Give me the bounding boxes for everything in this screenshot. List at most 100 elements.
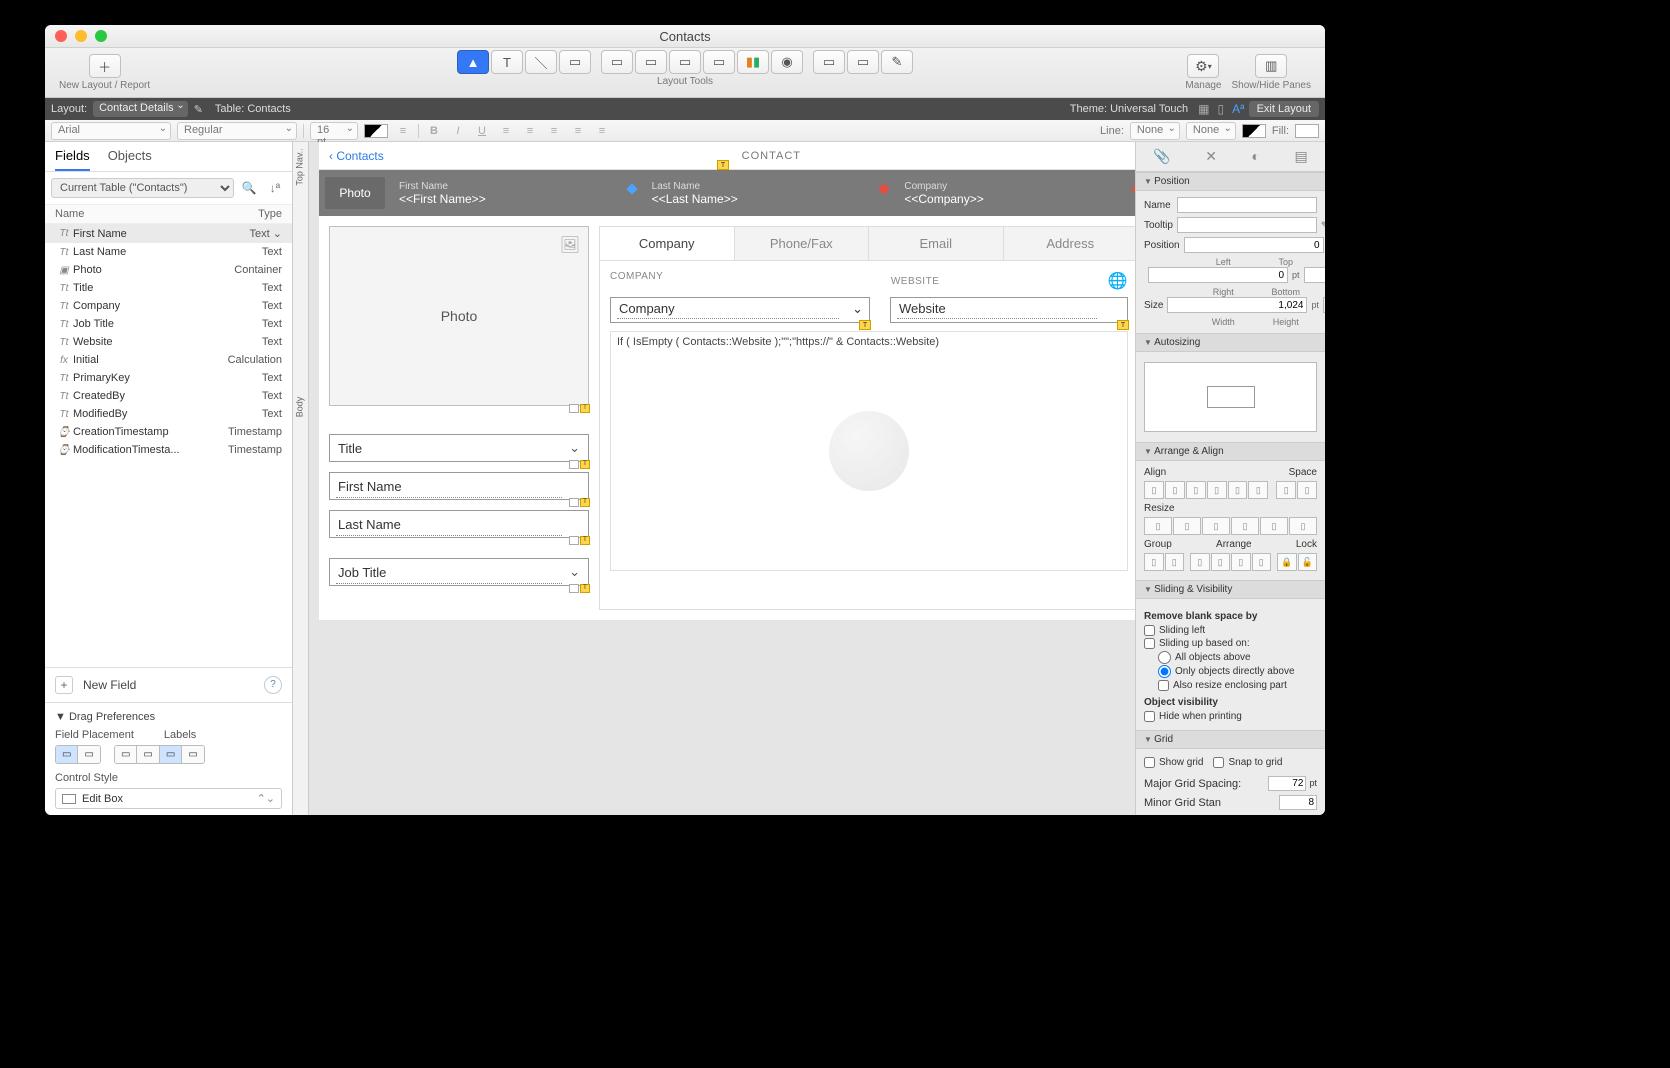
part-body[interactable]: Body [294,397,304,418]
line-width-select[interactable]: None [1130,122,1180,140]
field-tool-icon[interactable]: ▭ [601,50,633,74]
new-field-button[interactable]: New Field [83,678,136,692]
photo-button[interactable]: Photo [325,177,385,209]
panes-button[interactable]: ▥ [1255,54,1287,78]
field-row[interactable]: TtCreatedByText [45,387,292,405]
search-icon[interactable]: 🔍 [238,181,260,195]
autosizing-control[interactable] [1144,362,1317,432]
aa-icon[interactable]: Aª [1228,102,1248,116]
size-w-input[interactable] [1167,297,1307,313]
placement-toggle[interactable]: ▭▭ [55,745,101,764]
chart-tool-icon[interactable]: ▮▮ [737,50,769,74]
text-tool-icon[interactable]: T [491,50,523,74]
inspector-tab-position-icon[interactable]: 📎 [1153,148,1170,165]
size-h-input[interactable] [1323,297,1325,313]
tab-tool-icon[interactable]: ▭ [669,50,701,74]
align-btn[interactable]: ▯ [1144,481,1164,499]
line-spacing-icon[interactable]: ≡ [593,125,611,137]
help-icon[interactable]: ? [264,676,282,694]
field-row[interactable]: TtPrimaryKeyText [45,369,292,387]
tab-fields[interactable]: Fields [55,148,90,171]
last-name-field[interactable]: Last Name T [329,510,589,538]
field-row[interactable]: TtTitleText [45,279,292,297]
exit-layout-button[interactable]: Exit Layout [1249,101,1319,117]
also-resize-check[interactable]: Also resize enclosing part [1158,680,1317,691]
line-color-swatch[interactable] [1242,124,1266,138]
pos-bottom-input[interactable] [1304,267,1325,283]
name-input[interactable] [1177,197,1317,213]
tab-control[interactable]: Company Phone/Fax Email Address [599,226,1135,260]
job-title-field[interactable]: Job Title T [329,558,589,586]
pos-right-input[interactable] [1148,267,1288,283]
line-tool-icon[interactable]: ＼ [525,50,557,74]
field-row[interactable]: TtLast NameText [45,243,292,261]
sort-icon[interactable]: ↓ª [264,181,286,195]
tab-address[interactable]: Address [1004,227,1136,260]
tab-objects[interactable]: Objects [108,148,152,171]
autosizing-section[interactable]: Autosizing [1136,333,1325,352]
theme-icon[interactable]: ▦ [1194,102,1213,116]
tab-company[interactable]: Company [600,227,735,260]
inspector-tab-styles-icon[interactable]: ◐ [1252,148,1260,165]
control-style-select[interactable]: Edit Box⌃⌄ [55,788,282,809]
format-painter-icon[interactable]: ✎ [881,50,913,74]
pointer-tool-icon[interactable]: ▲ [457,50,489,74]
button-tool-icon[interactable]: ▭ [635,50,667,74]
italic-icon[interactable]: I [449,125,467,137]
major-grid-input[interactable] [1268,776,1306,791]
grid-section[interactable]: Grid [1136,730,1325,749]
field-row[interactable]: TtCompanyText [45,297,292,315]
sliding-section[interactable]: Sliding & Visibility [1136,580,1325,599]
sliding-left-check[interactable]: Sliding left [1144,625,1317,636]
line-style-select[interactable]: None [1186,122,1236,140]
only-above-radio[interactable]: Only objects directly above [1158,665,1317,678]
fill-swatch[interactable] [1295,124,1319,138]
portal-tool-icon[interactable]: ▭ [703,50,735,74]
company-field[interactable]: Company⌄ T [610,297,870,323]
field-row[interactable]: TtJob TitleText [45,315,292,333]
sliding-up-check[interactable]: Sliding up based on: [1144,638,1317,649]
tooltip-input[interactable] [1177,217,1317,233]
pencil-icon[interactable]: ✎ [1321,220,1325,231]
device-icon[interactable]: ▯ [1214,102,1229,116]
field-row[interactable]: TtModifiedByText [45,405,292,423]
web-viewer[interactable]: If ( IsEmpty ( Contacts::Website );"";"h… [610,331,1128,571]
snap-grid-check[interactable]: Snap to grid [1213,757,1282,768]
inspector-tab-data-icon[interactable]: ▤ [1295,148,1308,165]
labels-toggle[interactable]: ▭▭▭▭ [114,745,205,764]
all-above-radio[interactable]: All objects above [1158,651,1317,664]
globe-icon[interactable]: 🌐 [1108,271,1128,291]
back-button[interactable]: ‹ Contacts [319,149,394,163]
field-row[interactable]: TtFirst NameText ⌄ [45,224,292,243]
hide-print-check[interactable]: Hide when printing [1144,711,1317,722]
font-size-select[interactable]: 16 pt [310,122,358,140]
align-right-icon[interactable]: ≡ [545,125,563,137]
close-icon[interactable] [55,30,67,42]
new-layout-button[interactable]: ＋ [89,54,121,78]
font-style-select[interactable]: Regular [177,122,297,140]
title-field[interactable]: Title T [329,434,589,462]
show-grid-check[interactable]: Show grid [1144,757,1203,768]
tab-phone[interactable]: Phone/Fax [735,227,870,260]
pencil-icon[interactable]: ✎ [188,103,209,116]
field-row[interactable]: ⌚CreationTimestampTimestamp [45,423,292,441]
underline-icon[interactable]: U [473,125,491,137]
text-color-swatch[interactable] [364,124,388,138]
bold-icon[interactable]: B [425,125,443,137]
field-row[interactable]: fxInitialCalculation [45,351,292,369]
field-row[interactable]: ▣PhotoContainer [45,261,292,279]
field-row[interactable]: TtWebsiteText [45,333,292,351]
field-row[interactable]: ⌚ModificationTimesta...Timestamp [45,441,292,459]
field-picker-icon[interactable]: ▭ [813,50,845,74]
arrange-section[interactable]: Arrange & Align [1136,442,1325,461]
part-top-nav[interactable]: Top Nav.. [295,148,305,185]
align-vertical-icon[interactable]: ≡ [394,125,412,137]
drag-prefs-header[interactable]: ▼ Drag Preferences [55,709,282,729]
rect-tool-icon[interactable]: ▭ [559,50,591,74]
pos-left-input[interactable] [1184,237,1324,253]
photo-field[interactable]: 🖼 Photo T [329,226,589,406]
tab-email[interactable]: Email [869,227,1004,260]
manage-button[interactable]: ⚙▾ [1187,54,1219,78]
position-section[interactable]: Position [1136,172,1325,191]
layout-dropdown[interactable]: Contact Details [93,101,188,117]
